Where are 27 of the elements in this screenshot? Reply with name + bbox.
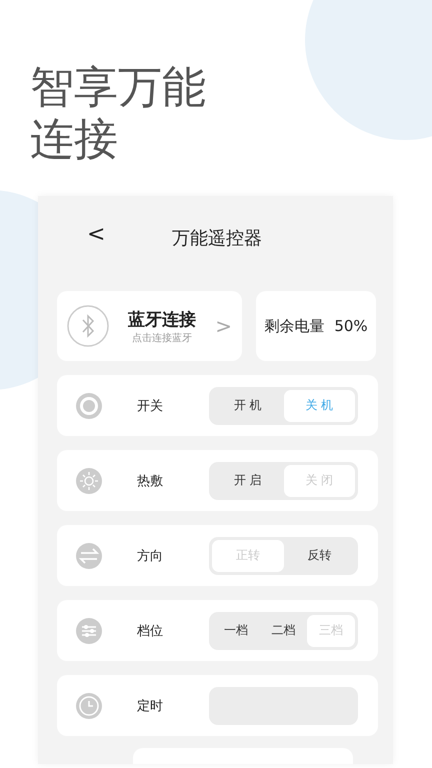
back-button[interactable]: < <box>87 222 106 247</box>
segment-option[interactable]: 开 机 <box>212 390 284 422</box>
battery-value: 50% <box>334 317 368 335</box>
clock-icon <box>75 692 103 720</box>
control-label: 热敷 <box>137 474 163 488</box>
sun-icon <box>75 466 103 494</box>
control-label: 方向 <box>137 548 163 564</box>
battery-label: 剩余电量 <box>264 316 324 336</box>
control-label: 档位 <box>137 624 163 638</box>
headline: 智享万能 <box>30 62 206 114</box>
segmented-control[interactable]: 开 机 关 机 <box>209 386 358 424</box>
control-label: 开关 <box>137 398 163 414</box>
screen-title: 万能遥控器 <box>172 227 262 250</box>
headline: 连接 <box>30 114 118 166</box>
segment-option[interactable]: 反转 <box>284 540 355 572</box>
bluetooth-title: 蓝牙连接 <box>128 308 196 330</box>
chevron-icon: > <box>215 314 232 338</box>
bluetooth-subtitle: 点击连接蓝牙 <box>132 332 192 344</box>
segment-option[interactable]: 开 启 <box>212 464 284 496</box>
target-icon <box>75 392 103 420</box>
sliders-icon <box>75 616 103 644</box>
swap-arrows-icon <box>75 542 103 570</box>
segment-option[interactable]: 一档 <box>212 614 260 646</box>
bluetooth-card[interactable]: 蓝牙连接 点击连接蓝牙 > <box>57 291 242 361</box>
bluetooth-icon <box>67 305 109 347</box>
segment-option[interactable]: 二档 <box>260 614 308 646</box>
control-label: 定时 <box>137 698 163 714</box>
